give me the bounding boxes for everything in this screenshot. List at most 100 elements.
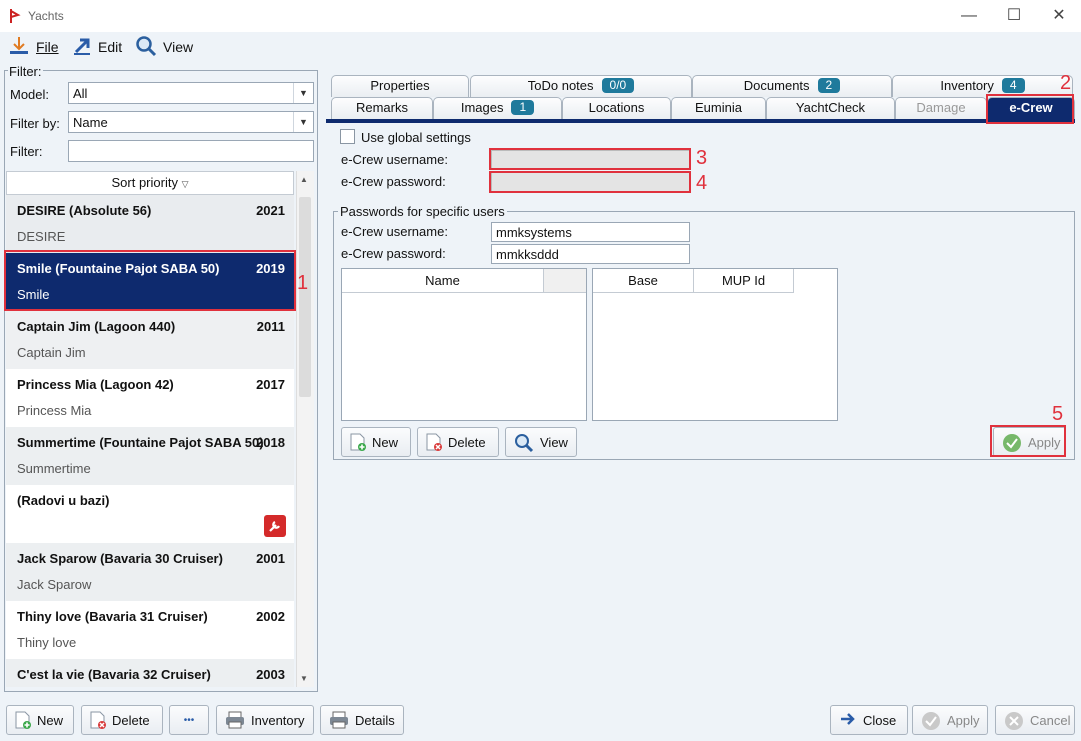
window-title: Yachts — [28, 9, 64, 23]
ecrew-new-button[interactable]: New — [341, 427, 411, 457]
tab-yachtcheck[interactable]: YachtCheck — [766, 97, 895, 119]
maximize-button[interactable]: ☐ — [991, 0, 1037, 32]
use-global-label: Use global settings — [361, 130, 471, 145]
inventory-button[interactable]: Inventory — [216, 705, 314, 735]
tab-euminia[interactable]: Euminia — [671, 97, 766, 119]
list-item[interactable]: DESIRE (Absolute 56) 2021 DESIRE — [6, 195, 294, 253]
list-scrollbar[interactable]: ▲ ▼ — [296, 171, 314, 687]
annotation-number-4: 4 — [696, 172, 708, 194]
details-button[interactable]: Details — [320, 705, 404, 735]
chevron-down-icon: ▼ — [293, 112, 313, 132]
tab-top-properties[interactable]: Properties — [331, 75, 469, 97]
bases-table[interactable]: Base MUP Id — [592, 268, 838, 421]
yacht-subtitle: Princess Mia — [17, 403, 92, 418]
tab-remarks[interactable]: Remarks — [331, 97, 433, 119]
yacht-subtitle: DESIRE — [17, 229, 66, 244]
cancel-icon — [1004, 711, 1024, 730]
menu-view[interactable]: View — [135, 35, 193, 58]
annotation-box-1 — [4, 250, 296, 311]
annotation-box-2 — [986, 94, 1074, 124]
specific-username-input[interactable]: mmksystems — [491, 222, 690, 242]
wrench-icon — [264, 515, 286, 537]
tab-top-todo-notes[interactable]: ToDo notes 0/0 — [470, 75, 692, 97]
scroll-down-icon[interactable]: ▼ — [300, 674, 308, 683]
filter-by-select[interactable]: Name ▼ — [68, 111, 314, 133]
yacht-subtitle: Jack Sparow — [17, 577, 92, 592]
ecrew-view-button[interactable]: View — [505, 427, 577, 457]
yacht-name: Summertime (Fountaine Pajot SABA 50) — [17, 435, 264, 450]
new-yacht-button[interactable]: New — [6, 705, 74, 735]
yacht-year: 2011 — [256, 319, 285, 334]
tab-top-documents[interactable]: Documents 2 — [692, 75, 892, 97]
chevron-down-icon: ▼ — [293, 83, 313, 103]
tab-label: Inventory — [940, 78, 994, 93]
yacht-name: DESIRE (Absolute 56) — [17, 203, 152, 218]
filter-input[interactable] — [68, 140, 314, 162]
annotation-box-3 — [489, 148, 691, 170]
tab-label: Properties — [370, 78, 430, 93]
specific-users-group-label: Passwords for specific users — [338, 204, 507, 219]
edit-icon — [72, 36, 92, 59]
apply-button[interactable]: Apply — [912, 705, 988, 735]
tab-label: ToDo notes — [527, 78, 594, 93]
more-options-button[interactable]: ••• — [169, 705, 209, 735]
use-global-checkbox[interactable] — [340, 129, 355, 144]
tab-badge: 4 — [1001, 78, 1025, 93]
list-item[interactable]: Captain Jim (Lagoon 440) 2011 Captain Jim — [6, 311, 294, 369]
list-item[interactable]: Thiny love (Bavaria 31 Cruiser) 2002 Thiny… — [6, 601, 294, 659]
close-button[interactable]: Close — [830, 705, 908, 735]
column-header-mup-id[interactable]: MUP Id — [694, 269, 794, 293]
annotation-number-2: 2 — [1060, 72, 1072, 94]
users-table[interactable]: Name — [341, 268, 587, 421]
specific-password-input[interactable]: mmkksddd — [491, 244, 690, 264]
sort-priority-header[interactable]: Sort priority ▽ — [6, 171, 294, 195]
list-item[interactable]: Princess Mia (Lagoon 42) 2017 Princess Mia — [6, 369, 294, 427]
yacht-year: 2017 — [256, 377, 285, 392]
delete-doc-icon — [90, 711, 106, 729]
filter-text-label: Filter: — [10, 144, 43, 159]
close-window-button[interactable]: ✕ — [1036, 0, 1081, 32]
check-icon — [921, 711, 941, 730]
list-item[interactable]: (Radovi u bazi) — [6, 485, 294, 543]
scroll-up-icon[interactable]: ▲ — [300, 175, 308, 184]
cancel-button[interactable]: Cancel — [995, 705, 1075, 735]
yacht-name: Captain Jim (Lagoon 440) — [17, 319, 176, 334]
yacht-year: 2001 — [256, 551, 285, 566]
menu-edit[interactable]: Edit — [72, 36, 122, 58]
list-item[interactable]: C'est la vie (Bavaria 32 Cruiser) 2003 — [6, 659, 294, 687]
printer-icon — [225, 711, 245, 729]
ecrew-delete-button[interactable]: Delete — [417, 427, 499, 457]
tab-label: Remarks — [355, 100, 408, 115]
yacht-name: Jack Sparow (Bavaria 30 Cruiser) — [17, 551, 223, 566]
tab-label: YachtCheck — [795, 100, 866, 115]
specific-username-label: e-Crew username: — [341, 224, 448, 239]
tab-label: Images — [460, 100, 504, 115]
delete-doc-icon — [426, 433, 442, 451]
new-doc-icon — [350, 433, 366, 451]
tab-locations[interactable]: Locations — [562, 97, 671, 119]
title-bar: Yachts — ☐ ✕ — [0, 0, 1081, 32]
column-header-base[interactable]: Base — [593, 269, 694, 293]
tab-label: Euminia — [695, 100, 742, 115]
yacht-year: 2002 — [256, 609, 285, 624]
ecrew-password-label: e-Crew password: — [341, 174, 446, 189]
column-header-name[interactable]: Name — [342, 269, 544, 293]
specific-password-label: e-Crew password: — [341, 246, 446, 261]
model-label: Model: — [10, 87, 50, 102]
new-doc-icon — [15, 711, 31, 729]
yacht-subtitle: Captain Jim — [17, 345, 86, 360]
tab-label: Damage — [916, 100, 966, 115]
scroll-thumb[interactable] — [299, 197, 311, 397]
delete-yacht-button[interactable]: Delete — [81, 705, 163, 735]
tab-damage[interactable]: Damage — [895, 97, 987, 119]
list-item[interactable]: Jack Sparow (Bavaria 30 Cruiser) 2001 Jack… — [6, 543, 294, 601]
tab-badge: 1 — [511, 100, 535, 115]
yacht-name: Thiny love (Bavaria 31 Cruiser) — [17, 609, 208, 624]
column-header-empty — [544, 269, 586, 293]
annotation-box-4 — [489, 171, 691, 193]
model-select[interactable]: All ▼ — [68, 82, 314, 104]
list-item[interactable]: Summertime (Fountaine Pajot SABA 50) 2018… — [6, 427, 294, 485]
minimize-button[interactable]: — — [946, 0, 992, 32]
menu-file[interactable]: File — [8, 36, 59, 58]
tab-images[interactable]: Images 1 — [433, 97, 562, 119]
